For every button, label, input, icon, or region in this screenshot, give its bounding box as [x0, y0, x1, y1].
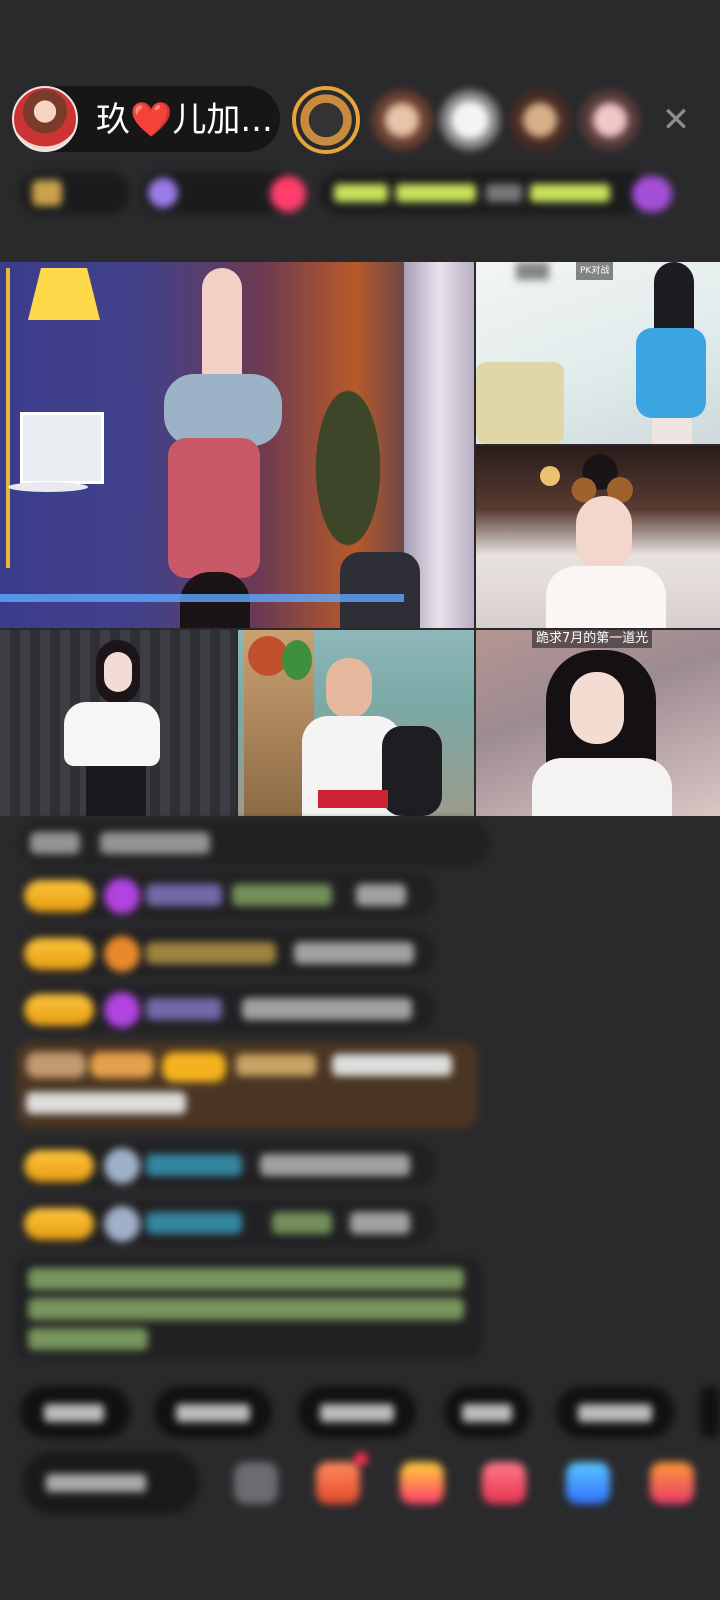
performer-face: [104, 652, 132, 692]
level-badge: [24, 1150, 94, 1182]
fan-badge-icon: [104, 1206, 140, 1242]
speaker: [340, 552, 420, 628]
host-avatar[interactable]: [12, 86, 78, 152]
chat-message[interactable]: [20, 986, 436, 1032]
quick-reply-chip[interactable]: [444, 1386, 530, 1438]
quick-reply-chip[interactable]: [556, 1386, 674, 1438]
performer-face: [570, 672, 624, 744]
video-tile-bottom-3[interactable]: 跪求7月的第一道光: [476, 630, 720, 816]
shirt-label: [318, 790, 388, 808]
chat-message[interactable]: [20, 872, 436, 918]
tile-caption-right: PK对战: [576, 262, 614, 280]
performer-top: [532, 758, 672, 816]
performer-skirt: [86, 766, 146, 816]
more-badge-icon[interactable]: [632, 176, 672, 212]
fan-badge-icon: [104, 1148, 140, 1184]
chat-message[interactable]: [20, 930, 436, 976]
chat-area: [0, 820, 720, 1360]
performer-top: [168, 438, 260, 578]
tile-caption: 跪求7月的第一道光: [532, 630, 653, 648]
performer-r1: [636, 262, 720, 444]
viewer-avatar-5[interactable]: [580, 90, 640, 150]
performer-top: [546, 566, 666, 628]
fan-badge-icon: [104, 936, 140, 972]
lamp-light: [540, 466, 560, 486]
viewer-avatar-1[interactable]: [292, 86, 360, 154]
quick-reply-chip[interactable]: [20, 1386, 130, 1438]
microphone-stand: [476, 362, 564, 444]
performer-arm: [382, 726, 442, 816]
side-table: [8, 482, 88, 492]
host-name[interactable]: 玖❤️儿加...: [96, 98, 273, 142]
highlighted-message[interactable]: [16, 1042, 478, 1128]
quick-reply-chip[interactable]: [700, 1386, 720, 1438]
performer-face: [576, 496, 632, 572]
notification-dot: [354, 1452, 368, 1466]
gift-box-icon[interactable]: [316, 1462, 360, 1504]
quick-reply-chip[interactable]: [298, 1386, 416, 1438]
floor-light: [0, 594, 404, 602]
video-tile-right-1[interactable]: PK对战: [476, 262, 720, 444]
treasure-icon[interactable]: [400, 1462, 444, 1504]
level-badge: [24, 880, 94, 912]
performer-face: [326, 658, 372, 718]
chat-message[interactable]: [20, 1142, 436, 1188]
system-message: [20, 820, 490, 866]
game-icon[interactable]: [482, 1462, 526, 1504]
more-icon[interactable]: [650, 1462, 694, 1504]
viewer-avatar-4[interactable]: [510, 90, 570, 150]
fan-badge-icon: [104, 992, 140, 1028]
close-icon[interactable]: ✕: [660, 103, 692, 137]
video-tile-bottom-1[interactable]: [0, 630, 236, 816]
viewer-avatar-2[interactable]: [372, 90, 432, 150]
fan-badge-icon: [104, 878, 140, 914]
share-icon[interactable]: [566, 1462, 610, 1504]
chat-message[interactable]: [20, 1200, 436, 1246]
potted-plant: [282, 640, 312, 680]
status-badge-row: [20, 172, 700, 214]
wall-frame: [20, 412, 104, 484]
chat-input[interactable]: [22, 1452, 200, 1514]
notice-message: [16, 1258, 482, 1358]
performer-blouse: [64, 702, 160, 766]
level-badge: [24, 938, 94, 970]
video-tile-main[interactable]: [0, 262, 474, 628]
notice-chip[interactable]: [320, 172, 650, 214]
viewer-avatar-3[interactable]: [440, 90, 500, 150]
level-badge: [24, 1208, 94, 1240]
level-badge: [162, 1052, 226, 1082]
emoji-icon[interactable]: [234, 1462, 278, 1504]
performer-shorts: [164, 374, 282, 446]
gift-icon[interactable]: [270, 176, 306, 212]
lamp-pole: [6, 268, 10, 568]
video-tile-right-2[interactable]: [476, 446, 720, 628]
tile-caption-left: [516, 262, 549, 280]
quick-reply-chip[interactable]: [154, 1386, 272, 1438]
lamp-shade: [28, 268, 100, 320]
video-tile-bottom-2[interactable]: [238, 630, 474, 816]
rank-chip[interactable]: [20, 172, 130, 214]
level-badge: [24, 994, 94, 1026]
